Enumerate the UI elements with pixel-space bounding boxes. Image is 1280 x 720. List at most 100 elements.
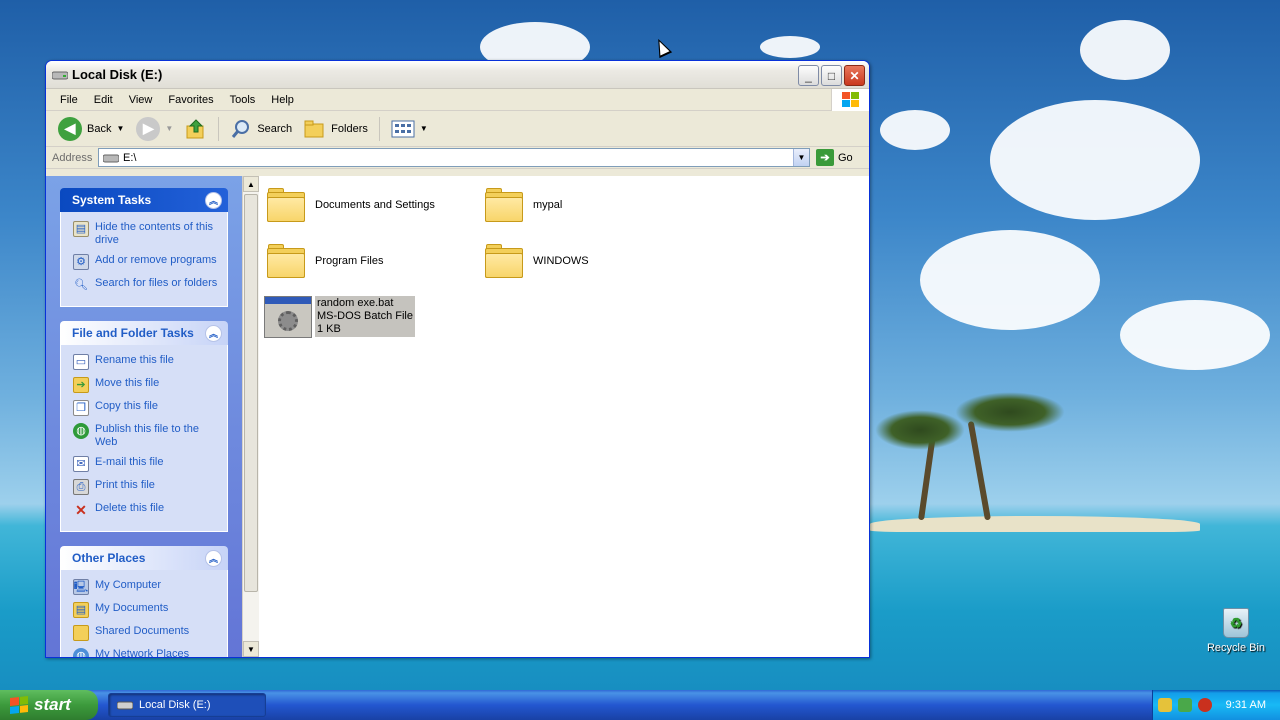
back-button[interactable]: ◀ Back ▼ xyxy=(54,115,128,143)
menu-tools[interactable]: Tools xyxy=(222,94,264,106)
task-publish[interactable]: ◍ Publish this file to the Web xyxy=(73,423,221,449)
content-area: System Tasks ︽ ▤ Hide the contents of th… xyxy=(46,176,869,657)
network-icon: ◍ xyxy=(73,648,89,657)
go-label: Go xyxy=(838,151,853,164)
menu-edit[interactable]: Edit xyxy=(86,94,121,106)
task-copy[interactable]: ❐ Copy this file xyxy=(73,400,221,416)
task-label: Add or remove programs xyxy=(95,254,217,266)
scroll-up-arrow[interactable]: ▲ xyxy=(243,176,259,192)
task-rename[interactable]: ▭ Rename this file xyxy=(73,354,221,370)
up-folder-icon xyxy=(186,118,204,138)
taskbar-window-button[interactable]: Local Disk (E:) xyxy=(108,693,266,717)
tray-tools-icon[interactable] xyxy=(1157,698,1172,712)
folder-icon xyxy=(485,188,523,222)
chevron-down-icon[interactable]: ▼ xyxy=(165,124,173,133)
title-bar[interactable]: Local Disk (E:) _ □ ✕ xyxy=(46,61,869,89)
explorer-window: Local Disk (E:) _ □ ✕ File Edit View Fav… xyxy=(45,60,870,658)
start-button[interactable]: start xyxy=(0,690,98,720)
task-search-files[interactable]: 🔍︎ Search for files or folders xyxy=(73,277,221,293)
system-tasks-header[interactable]: System Tasks ︽ xyxy=(60,188,228,212)
task-label: Publish this file to the Web xyxy=(95,423,199,448)
start-label: start xyxy=(34,695,71,714)
maximize-button[interactable]: □ xyxy=(821,65,842,86)
folders-button[interactable]: Folders xyxy=(300,117,372,141)
search-label: Search xyxy=(257,122,293,135)
place-shared-documents[interactable]: Shared Documents xyxy=(73,625,221,641)
place-my-computer[interactable]: 🖳︎ My Computer xyxy=(73,579,221,595)
address-value: E:\ xyxy=(123,151,137,164)
scroll-down-arrow[interactable]: ▼ xyxy=(243,641,259,657)
forward-button[interactable]: ▶ ▼ xyxy=(132,115,177,143)
menu-favorites[interactable]: Favorites xyxy=(160,94,221,106)
folder-item[interactable]: mypal xyxy=(485,188,562,222)
search-button[interactable]: Search xyxy=(226,116,296,142)
folder-item[interactable]: WINDOWS xyxy=(485,244,589,278)
file-tasks-title: File and Folder Tasks xyxy=(72,326,194,340)
views-button[interactable]: ▼ xyxy=(387,118,432,140)
file-details: random exe.bat MS-DOS Batch File 1 KB xyxy=(315,296,415,337)
other-places-header[interactable]: Other Places ︽ xyxy=(60,546,228,570)
toolbar-separator xyxy=(378,116,380,141)
task-move[interactable]: ➔ Move this file xyxy=(73,377,221,393)
security-shield-icon[interactable] xyxy=(1197,698,1212,712)
other-places-body: 🖳︎ My Computer ▤ My Documents Shared Doc… xyxy=(60,570,228,657)
task-hide-drive[interactable]: ▤ Hide the contents of this drive xyxy=(73,221,221,247)
back-arrow-icon: ◀ xyxy=(58,116,82,141)
folder-item[interactable]: Program Files xyxy=(267,244,383,278)
file-tasks-header[interactable]: File and Folder Tasks ︽ xyxy=(60,321,228,345)
menu-view[interactable]: View xyxy=(121,94,161,106)
system-tray: 9:31 AM xyxy=(1152,690,1280,720)
address-dropdown-button[interactable]: ▼ xyxy=(793,149,809,166)
minimize-button[interactable]: _ xyxy=(798,65,819,86)
task-add-remove-programs[interactable]: ⚙ Add or remove programs xyxy=(73,254,221,270)
task-delete[interactable]: ✕ Delete this file xyxy=(73,502,221,518)
other-places-title: Other Places xyxy=(72,551,146,565)
drive-icon xyxy=(103,154,119,162)
task-label: E-mail this file xyxy=(95,456,164,468)
delete-icon: ✕ xyxy=(75,501,87,518)
place-my-documents[interactable]: ▤ My Documents xyxy=(73,602,221,618)
palm-leaves xyxy=(875,410,965,450)
recycle-bin[interactable]: ♻ Recycle Bin xyxy=(1206,608,1266,654)
close-button[interactable]: ✕ xyxy=(844,65,865,86)
task-email[interactable]: ✉ E-mail this file xyxy=(73,456,221,472)
task-label: Copy this file xyxy=(95,400,158,412)
task-print[interactable]: ⎙ Print this file xyxy=(73,479,221,495)
menu-file[interactable]: File xyxy=(52,94,86,106)
address-input[interactable]: E:\ ▼ xyxy=(98,148,810,167)
up-folder-button[interactable] xyxy=(181,116,211,142)
folder-name: WINDOWS xyxy=(533,255,589,267)
task-pane-scrollbar[interactable]: ▲ ▼ xyxy=(242,176,259,657)
collapse-icon[interactable]: ︽ xyxy=(205,191,222,209)
documents-icon: ▤ xyxy=(73,602,89,618)
file-list: Documents and Settings mypal Program Fil… xyxy=(259,176,869,657)
task-label: Hide the contents of this drive xyxy=(95,221,214,246)
collapse-icon[interactable]: ︽ xyxy=(205,324,222,342)
move-icon: ➔ xyxy=(73,377,89,393)
drive-icon xyxy=(52,71,68,79)
clock[interactable]: 9:31 AM xyxy=(1226,699,1266,711)
file-item-selected[interactable]: random exe.bat MS-DOS Batch File 1 KB xyxy=(264,296,415,338)
task-label: My Computer xyxy=(95,579,162,591)
cloud xyxy=(920,230,1100,330)
folder-icon xyxy=(73,625,89,641)
drive-icon xyxy=(117,701,133,710)
chevron-down-icon[interactable]: ▼ xyxy=(116,124,124,133)
menu-help[interactable]: Help xyxy=(263,94,302,106)
scroll-thumb[interactable] xyxy=(244,194,258,592)
tray-network-icon[interactable] xyxy=(1177,698,1192,712)
go-button[interactable]: ➔ Go xyxy=(816,149,853,166)
cloud xyxy=(1120,300,1270,370)
folder-icon xyxy=(485,244,523,278)
collapse-icon[interactable]: ︽ xyxy=(205,549,222,567)
folder-item[interactable]: Documents and Settings xyxy=(267,188,435,222)
palm-leaves xyxy=(955,392,1065,432)
address-bar: Address E:\ ▼ ➔ Go xyxy=(46,147,869,169)
chevron-down-icon: ▼ xyxy=(419,124,428,133)
place-network[interactable]: ◍ My Network Places xyxy=(73,648,221,657)
copy-icon: ❐ xyxy=(73,400,89,416)
search-icon xyxy=(232,119,250,138)
search-icon: 🔍︎ xyxy=(74,278,88,291)
task-label: My Documents xyxy=(95,602,169,614)
recycle-bin-label: Recycle Bin xyxy=(1206,642,1266,654)
